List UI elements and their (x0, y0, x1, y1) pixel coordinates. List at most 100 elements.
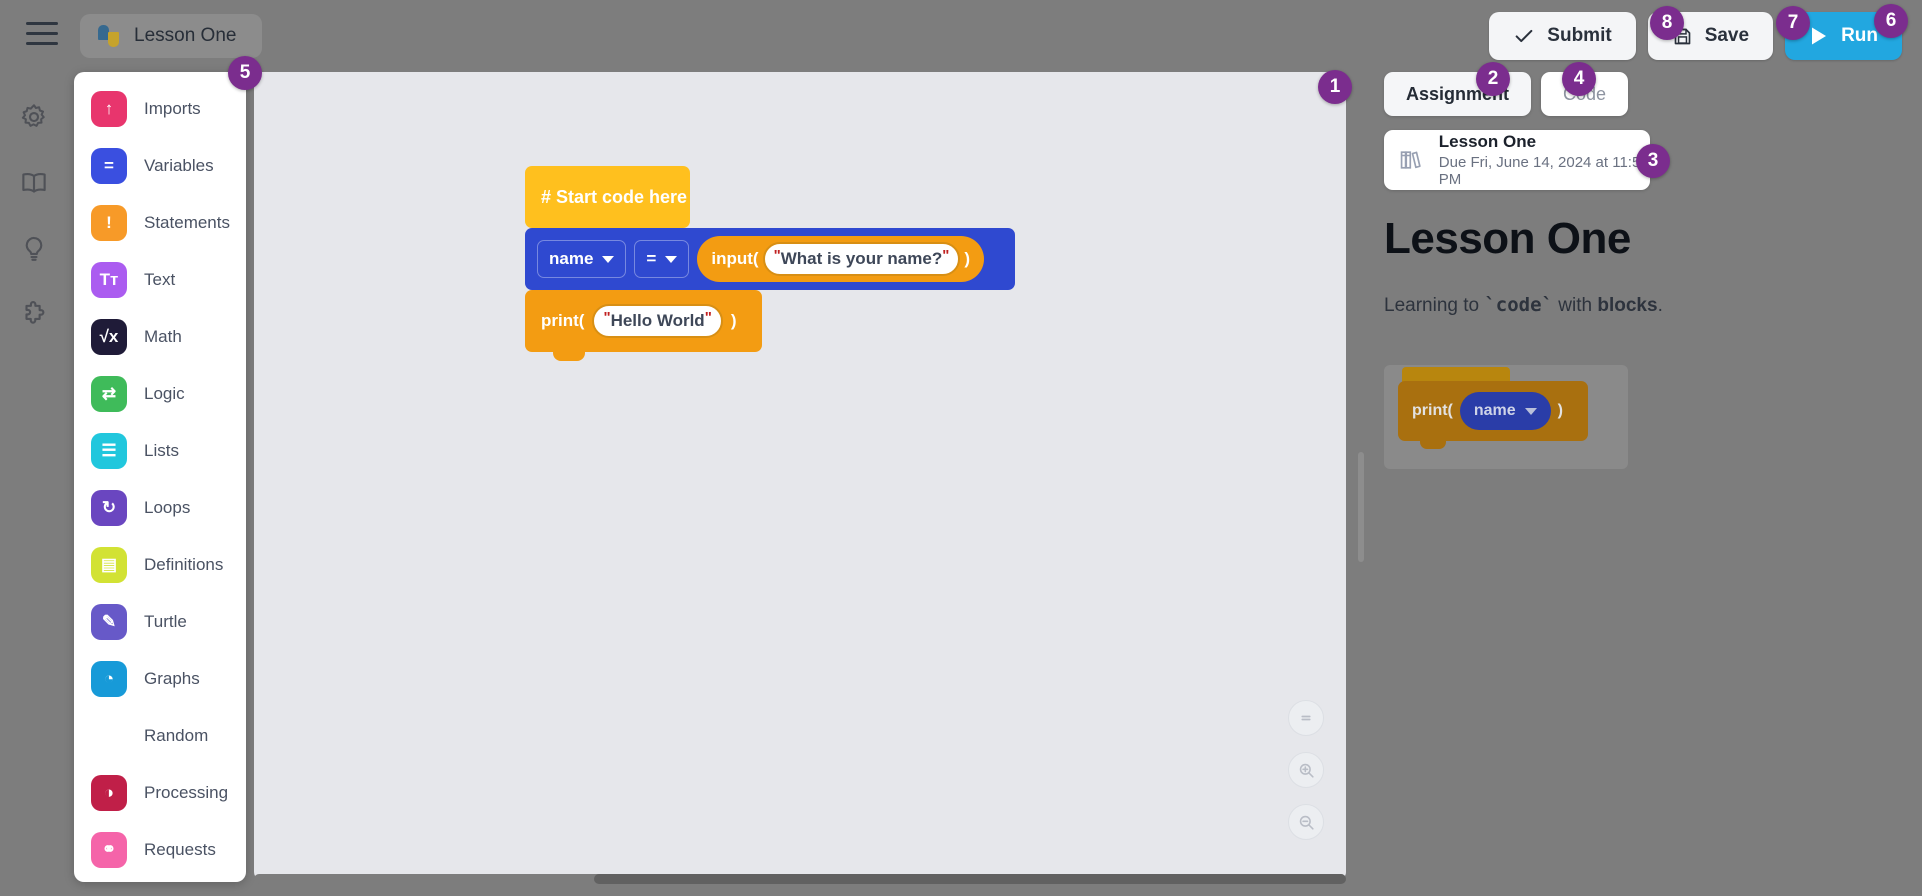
badge-1: 1 (1318, 70, 1352, 104)
lesson-paragraph: Learning to `code` with blocks. (1384, 294, 1904, 317)
lesson-text-3: . (1657, 295, 1663, 316)
palette-item-loops[interactable]: ↻ Loops (74, 479, 246, 536)
lesson-bold-word: blocks (1597, 295, 1658, 316)
upload-icon: ↑ (91, 90, 127, 127)
exclamation-icon: ! (91, 204, 127, 241)
palette-item-imports[interactable]: ↑ Imports (74, 80, 246, 137)
equals-circle-icon (1301, 715, 1311, 721)
assignment-card[interactable]: Lesson One Due Fri, June 14, 2024 at 11:… (1384, 130, 1650, 190)
equals-icon: = (91, 147, 127, 184)
badge-4: 4 (1562, 62, 1596, 96)
palette-item-turtle[interactable]: ✎ Turtle (74, 593, 246, 650)
palette-item-requests[interactable]: ⚭ Requests (74, 821, 246, 878)
badge-3: 3 (1636, 144, 1670, 178)
variable-dropdown[interactable]: name (537, 240, 627, 278)
toolbar-actions: Submit Save Run (1489, 12, 1902, 60)
zoom-controls (1288, 700, 1324, 840)
gear-icon[interactable] (19, 102, 49, 132)
palette-item-label: Loops (144, 497, 191, 517)
palette-item-graphs[interactable]: ◔ Graphs (74, 650, 246, 707)
lesson-inline-code: `code` (1484, 294, 1553, 316)
palette-item-text[interactable]: Tᴛ Text (74, 251, 246, 308)
lesson-heading: Lesson One (1384, 214, 1631, 263)
assignment-card-due: Due Fri, June 14, 2024 at 11:59 PM (1438, 154, 1649, 188)
badge-2: 2 (1476, 62, 1510, 96)
input-call-block[interactable]: input( " What is your name? " ) (697, 236, 985, 282)
list-icon: ☰ (91, 432, 127, 469)
shuffle-icon: ⤨ (102, 725, 116, 745)
palette-item-variables[interactable]: = Variables (74, 137, 246, 194)
document-chip[interactable]: Lesson One (80, 14, 263, 58)
chevron-down-icon (665, 255, 678, 263)
submit-button[interactable]: Submit (1489, 12, 1636, 60)
zoom-out-button[interactable] (1288, 804, 1324, 840)
print-string-value: Hello World (610, 311, 705, 330)
palette-item-label: Turtle (144, 611, 187, 631)
preview-variable-name: name (1473, 402, 1516, 419)
python-icon (98, 25, 120, 47)
top-bar: Lesson One Submit Save Run 8 7 6 (0, 0, 1922, 72)
sqrt-icon: √x (91, 318, 127, 355)
palette-item-label: Graphs (144, 668, 200, 688)
palette-item-definitions[interactable]: ▤ Definitions (74, 536, 246, 593)
palette-item-label: Variables (144, 155, 214, 175)
block-palette[interactable]: ↑ Imports = Variables ! Statements Tᴛ Text √x Mat… (74, 72, 246, 882)
lesson-text-1: Learning to (1384, 295, 1485, 316)
refresh-icon: ↻ (91, 489, 127, 526)
palette-item-logic[interactable]: ⇄ Logic (74, 365, 246, 422)
close-quote: " (942, 247, 950, 264)
print-string-field[interactable]: " Hello World " (592, 304, 723, 338)
palette-item-label: Lists (144, 440, 179, 460)
preview-variable-dropdown: name (1459, 392, 1551, 430)
badge-5: 5 (228, 56, 262, 90)
preview-print-call: print( (1412, 402, 1453, 419)
pencil-icon: ✎ (91, 603, 127, 640)
input-prompt-field[interactable]: " What is your name? " (762, 242, 961, 276)
palette-item-label: Math (144, 326, 182, 346)
scrollbar-thumb[interactable] (1358, 452, 1364, 562)
scrollbar-thumb[interactable] (594, 874, 1346, 884)
comment-block[interactable]: # Start code here (525, 166, 690, 237)
puzzle-icon[interactable] (19, 300, 49, 330)
document-title: Lesson One (134, 25, 237, 46)
pie-chart-icon: ◔ (91, 660, 127, 697)
magnifier-minus-icon (1299, 815, 1314, 830)
chevron-down-icon (1524, 407, 1537, 415)
assignment-block[interactable]: name = input( " What is your name? " ) (525, 228, 1015, 299)
operator-dropdown[interactable]: = (634, 240, 690, 278)
print-block[interactable]: print( " Hello World " ) (525, 290, 762, 361)
link-icon: ⚭ (91, 831, 127, 868)
book-icon[interactable] (19, 168, 49, 198)
hamburger-icon[interactable] (26, 22, 58, 48)
open-quote: " (773, 247, 781, 264)
zoom-in-button[interactable] (1288, 752, 1324, 788)
palette-item-statements[interactable]: ! Statements (74, 194, 246, 251)
palette-item-label: Requests (144, 839, 216, 859)
palette-item-label: Processing (144, 782, 229, 802)
palette-item-lists[interactable]: ☰ Lists (74, 422, 246, 479)
block-canvas[interactable]: # Start code here name = input( " What i… (254, 72, 1346, 880)
panel-tabs: Assignment Code (1374, 72, 1922, 116)
lesson-text-2: with (1553, 295, 1598, 316)
operator-symbol: = (646, 249, 657, 268)
palette-item-label: Text (144, 269, 176, 289)
palette-icon: ◑ (91, 774, 127, 811)
print-close-paren: ) (730, 311, 737, 330)
canvas-horizontal-scrollbar[interactable] (254, 874, 1346, 884)
preview-print-block: print( name ) (1398, 381, 1588, 449)
badge-7: 7 (1776, 6, 1810, 40)
palette-item-math[interactable]: √x Math (74, 308, 246, 365)
canvas-area[interactable]: # Start code here name = input( " What i… (254, 72, 1346, 884)
reset-zoom-button[interactable] (1288, 700, 1324, 736)
palette-item-label: Logic (144, 383, 185, 403)
palette-item-label: Definitions (144, 554, 224, 574)
books-icon (1400, 151, 1421, 169)
right-panel: Assignment Code Lesson One Due Fri, June… (1374, 62, 1922, 896)
left-icon-rail (0, 72, 68, 896)
lesson-preview-block: print( name ) (1384, 365, 1628, 469)
open-quote: " (603, 309, 611, 326)
lightbulb-icon[interactable] (19, 234, 49, 264)
palette-item-processing[interactable]: ◑ Processing (74, 764, 246, 821)
canvas-vertical-scrollbar[interactable] (1356, 72, 1366, 884)
palette-item-random[interactable]: ⤨ Random (74, 707, 246, 764)
